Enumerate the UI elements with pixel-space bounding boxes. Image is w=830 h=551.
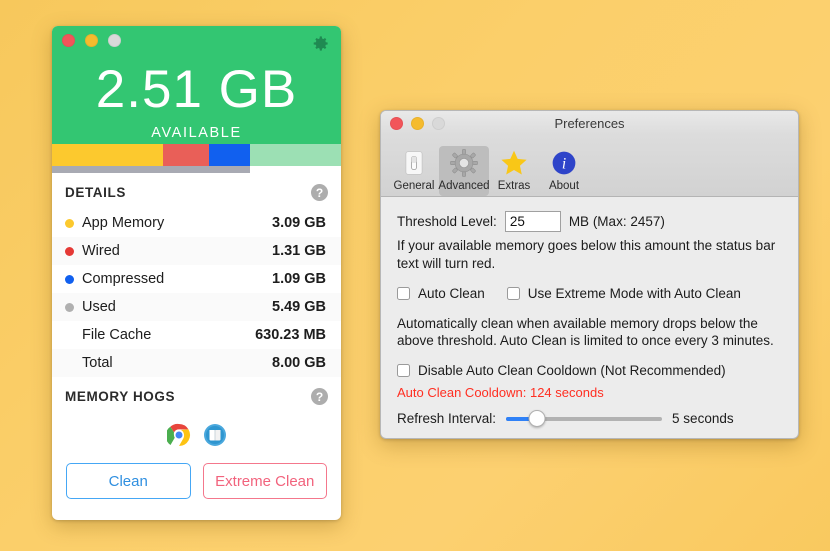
detail-value: 1.31 GB <box>272 243 326 259</box>
extreme-mode-row: Use Extreme Mode with Auto Clean <box>507 286 741 301</box>
memory-header: 2.51 GB AVAILABLE <box>52 26 341 144</box>
toolbar-tab-label: Extras <box>498 180 531 192</box>
star-icon <box>500 148 528 178</box>
threshold-input[interactable] <box>505 211 561 232</box>
preferences-toolbar: GeneralAdvanced Extras i About <box>381 135 798 197</box>
detail-row: Total8.00 GB <box>52 349 341 377</box>
detail-color-dot <box>65 247 74 256</box>
info-icon: i <box>551 148 577 178</box>
details-title: DETAILS <box>65 185 126 200</box>
toolbar-tab-about[interactable]: i About <box>539 146 589 196</box>
window-traffic-lights <box>62 34 121 47</box>
gear-icon <box>449 148 479 178</box>
action-buttons-row: Clean Extreme Clean <box>52 455 341 515</box>
svg-text:i: i <box>562 156 566 173</box>
minimize-button[interactable] <box>85 34 98 47</box>
detail-color-dot <box>65 331 74 340</box>
detail-row: Compressed1.09 GB <box>52 265 341 293</box>
toolbar-tab-general[interactable]: General <box>389 146 439 196</box>
memory-hogs-app-list <box>52 413 341 455</box>
switch-icon <box>401 148 427 178</box>
disable-cooldown-checkbox[interactable] <box>397 364 410 377</box>
preferences-traffic-lights <box>390 117 445 130</box>
detail-value: 3.09 GB <box>272 215 326 231</box>
usage-segment-compressed <box>209 144 249 166</box>
used-underbar-container <box>52 166 341 173</box>
details-section-header: DETAILS ? <box>52 173 341 209</box>
detail-label: File Cache <box>82 327 255 343</box>
auto-clean-label: Auto Clean <box>418 286 485 301</box>
detail-color-dot <box>65 219 74 228</box>
details-list: App Memory3.09 GBWired1.31 GBCompressed1… <box>52 209 341 377</box>
disable-cooldown-label: Disable Auto Clean Cooldown (Not Recomme… <box>418 363 726 378</box>
preferences-close-button[interactable] <box>390 117 403 130</box>
used-memory-underbar <box>52 166 250 173</box>
disable-cooldown-row: Disable Auto Clean Cooldown (Not Recomme… <box>397 363 782 378</box>
detail-value: 630.23 MB <box>255 327 326 343</box>
memory-window: 2.51 GB AVAILABLE DETAILS ? App Memory3.… <box>52 26 341 520</box>
auto-clean-row: Auto Clean <box>397 286 485 301</box>
available-memory-label: AVAILABLE <box>52 125 341 141</box>
usage-segment-app-memory <box>52 144 163 166</box>
auto-clean-options: Auto Clean Use Extreme Mode with Auto Cl… <box>397 286 782 308</box>
extreme-mode-checkbox[interactable] <box>507 287 520 300</box>
preferences-title: Preferences <box>554 116 624 131</box>
toolbar-tab-label: Advanced <box>438 180 489 192</box>
available-memory-amount: 2.51 GB <box>52 63 341 116</box>
usage-segment-free <box>250 144 341 166</box>
detail-row: App Memory3.09 GB <box>52 209 341 237</box>
auto-clean-checkbox[interactable] <box>397 287 410 300</box>
dictionary-icon[interactable] <box>203 423 227 447</box>
detail-color-dot <box>65 359 74 368</box>
toolbar-tab-label: About <box>549 180 579 192</box>
zoom-button[interactable] <box>108 34 121 47</box>
detail-row: Wired1.31 GB <box>52 237 341 265</box>
toolbar-tab-label: General <box>394 180 435 192</box>
preferences-titlebar: Preferences <box>381 111 798 135</box>
threshold-description: If your available memory goes below this… <box>397 237 782 273</box>
preferences-minimize-button[interactable] <box>411 117 424 130</box>
memory-hogs-title: MEMORY HOGS <box>65 389 175 404</box>
refresh-interval-slider[interactable] <box>506 417 662 421</box>
detail-value: 8.00 GB <box>272 355 326 371</box>
memory-hogs-section-header: MEMORY HOGS ? <box>52 377 341 413</box>
chrome-icon[interactable] <box>167 423 191 447</box>
detail-color-dot <box>65 303 74 312</box>
threshold-unit: MB (Max: 2457) <box>569 214 665 229</box>
cooldown-status: Auto Clean Cooldown: 124 seconds <box>397 385 782 400</box>
extreme-mode-label: Use Extreme Mode with Auto Clean <box>528 286 741 301</box>
refresh-interval-label: Refresh Interval: <box>397 411 496 426</box>
close-button[interactable] <box>62 34 75 47</box>
detail-label: Used <box>82 299 272 315</box>
toolbar-tab-extras[interactable]: Extras <box>489 146 539 196</box>
gear-icon[interactable] <box>311 34 330 53</box>
details-help-icon[interactable]: ? <box>311 184 328 201</box>
detail-label: Total <box>82 355 272 371</box>
detail-color-dot <box>65 275 74 284</box>
clean-button[interactable]: Clean <box>66 463 191 499</box>
detail-label: Wired <box>82 243 272 259</box>
refresh-interval-row: Refresh Interval: 5 seconds <box>397 411 782 426</box>
threshold-row: Threshold Level: MB (Max: 2457) <box>397 211 782 232</box>
threshold-label: Threshold Level: <box>397 214 497 229</box>
detail-row: File Cache630.23 MB <box>52 321 341 349</box>
detail-label: App Memory <box>82 215 272 231</box>
detail-label: Compressed <box>82 271 272 287</box>
preferences-zoom-button[interactable] <box>432 117 445 130</box>
usage-segment-wired <box>163 144 209 166</box>
detail-value: 1.09 GB <box>272 271 326 287</box>
detail-row: Used5.49 GB <box>52 293 341 321</box>
preferences-body: Threshold Level: MB (Max: 2457) If your … <box>381 197 798 426</box>
detail-value: 5.49 GB <box>272 299 326 315</box>
preferences-window: Preferences GeneralAdvancedExtrasiAbout … <box>380 110 799 439</box>
memory-usage-bar <box>52 144 341 166</box>
auto-clean-description: Automatically clean when available memor… <box>397 315 782 351</box>
refresh-interval-value: 5 seconds <box>672 411 734 426</box>
toolbar-tab-advanced[interactable]: Advanced <box>439 146 489 196</box>
extreme-clean-button[interactable]: Extreme Clean <box>203 463 328 499</box>
slider-thumb[interactable] <box>529 410 546 427</box>
memory-hogs-help-icon[interactable]: ? <box>311 388 328 405</box>
